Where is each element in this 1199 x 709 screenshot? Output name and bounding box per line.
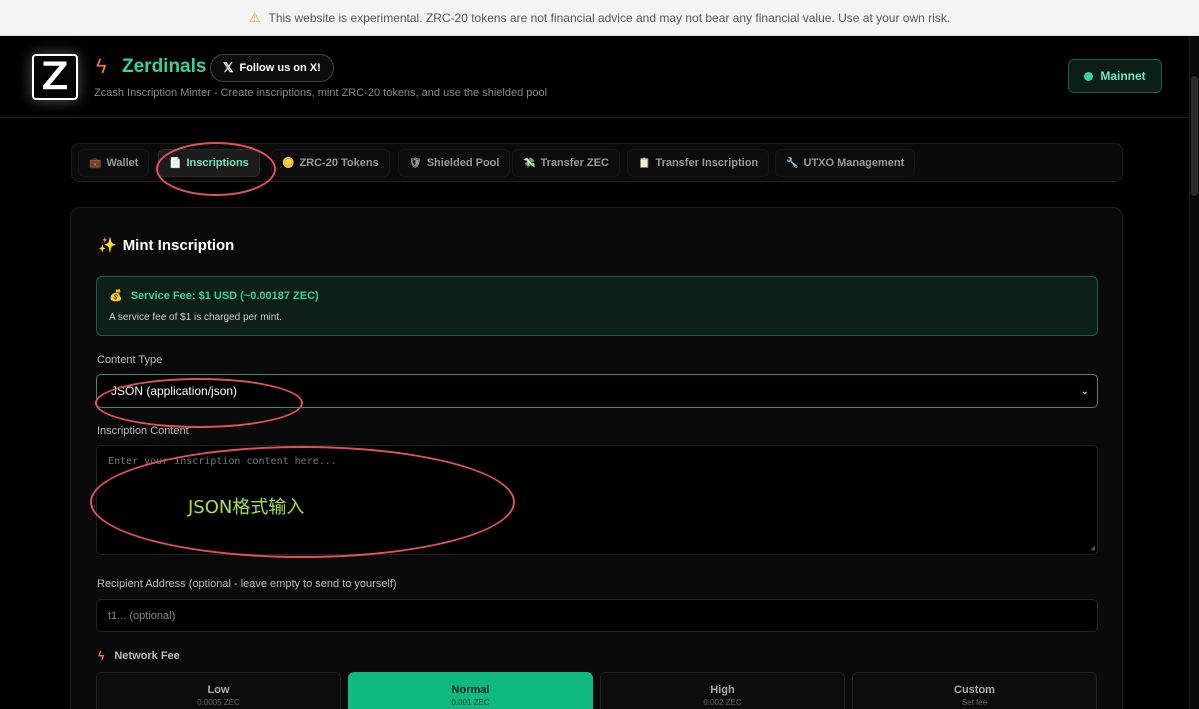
fee-option-value: Set fee <box>961 698 988 707</box>
wallet-icon: 💼 <box>89 157 102 169</box>
money-icon: 💸 <box>523 157 536 169</box>
mint-inscription-card: ✨ Mint Inscription 💰 Service Fee: $1 USD… <box>70 207 1123 709</box>
network-fee-label: Network Fee <box>114 650 180 662</box>
fee-option-value: 0.002 ZEC <box>703 698 742 707</box>
content-type-value: JSON (application/json) <box>111 384 238 398</box>
network-fee-heading: ϟ Network Fee <box>98 649 180 663</box>
coin-icon: 🪙 <box>282 157 295 169</box>
tab-utxo-management[interactable]: 🔧 UTXO Management <box>775 149 916 177</box>
tab-inscriptions[interactable]: 📄 Inscriptions <box>158 149 260 177</box>
resize-handle-icon[interactable]: ◢ <box>1090 543 1095 552</box>
chevron-down-icon: ⌄ <box>1080 385 1089 397</box>
money-bag-icon: 💰 <box>109 290 123 302</box>
fee-option-value: 0.001 ZEC <box>451 698 490 707</box>
service-fee-title: 💰 Service Fee: $1 USD (~0.00187 ZEC) <box>109 289 319 303</box>
card-title-text: Mint Inscription <box>122 236 235 254</box>
status-dot-icon <box>1084 71 1094 81</box>
warning-text: This website is experimental. ZRC-20 tok… <box>268 10 951 25</box>
warning-banner: ⚠ This website is experimental. ZRC-20 t… <box>0 0 1199 36</box>
network-label: Mainnet <box>1100 69 1146 83</box>
follow-x-button[interactable]: 𝕏 Follow us on X! <box>210 54 334 82</box>
tab-label: Inscriptions <box>186 157 249 169</box>
fee-option-label: Low <box>207 684 230 696</box>
content-type-label: Content Type <box>97 354 163 366</box>
service-fee-description: A service fee of $1 is charged per mint. <box>109 312 282 323</box>
page-subtitle: Zcash Inscription Minter - Create inscri… <box>94 87 548 99</box>
textarea-placeholder: Enter your inscription content here... <box>108 456 337 467</box>
fee-option-label: Custom <box>954 684 995 696</box>
card-title: ✨ Mint Inscription <box>98 236 235 255</box>
lightning-icon: ϟ <box>96 56 107 78</box>
tab-label: UTXO Management <box>803 157 905 169</box>
scrollbar-thumb[interactable] <box>1191 76 1198 196</box>
lightning-icon: ϟ <box>98 649 105 663</box>
sparkles-icon: ✨ <box>98 237 117 254</box>
tab-label: Transfer Inscription <box>655 157 759 169</box>
service-fee-text: Service Fee: $1 USD (~0.00187 ZEC) <box>130 289 319 302</box>
fee-option-custom[interactable]: Custom Set fee <box>852 672 1097 709</box>
annotation-text: JSON格式输入 <box>188 497 305 518</box>
fee-option-label: High <box>710 684 735 696</box>
tab-label: ZRC-20 Tokens <box>299 157 379 169</box>
tab-shielded-pool[interactable]: 🛡 Shielded Pool <box>398 149 511 177</box>
tab-transfer-zec[interactable]: 💸 Transfer ZEC <box>512 149 620 177</box>
shield-icon: 🛡 <box>409 157 422 169</box>
wrench-icon: 🔧 <box>786 157 799 169</box>
fee-option-normal[interactable]: Normal 0.001 ZEC <box>348 672 593 709</box>
tab-wallet[interactable]: 💼 Wallet <box>78 149 150 177</box>
tab-zrc20-tokens[interactable]: 🪙 ZRC-20 Tokens <box>271 149 390 177</box>
page-scrollbar[interactable] <box>1189 36 1199 709</box>
fee-option-label: Normal <box>451 684 490 696</box>
network-button[interactable]: Mainnet <box>1068 59 1162 93</box>
recipient-address-label: Recipient Address (optional - leave empt… <box>97 578 397 590</box>
recipient-address-input[interactable]: t1... (optional) <box>96 599 1098 632</box>
zerdinals-logo[interactable]: Z <box>32 53 78 101</box>
app-header: Z ϟ Zerdinals 𝕏 Follow us on X! Zcash In… <box>0 36 1189 118</box>
clipboard-icon: 📋 <box>638 157 651 169</box>
content-type-select[interactable]: JSON (application/json) ⌄ <box>96 374 1098 408</box>
inscription-content-label: Inscription Content <box>97 425 189 437</box>
tab-bar: 💼 Wallet 📄 Inscriptions 🪙 ZRC-20 Tokens … <box>71 143 1123 182</box>
fee-option-low[interactable]: Low 0.0005 ZEC <box>96 672 341 709</box>
tab-label: Wallet <box>106 157 139 169</box>
fee-option-value: 0.0005 ZEC <box>197 698 240 707</box>
follow-label: Follow us on X! <box>239 62 321 74</box>
brand-title: Zerdinals <box>122 56 207 77</box>
tab-transfer-inscription[interactable]: 📋 Transfer Inscription <box>627 149 770 177</box>
x-logo-icon: 𝕏 <box>223 60 234 75</box>
tab-label: Shielded Pool <box>426 157 500 169</box>
fee-option-high[interactable]: High 0.002 ZEC <box>600 672 845 709</box>
tab-label: Transfer ZEC <box>540 157 609 169</box>
recipient-placeholder: t1... (optional) <box>108 609 176 622</box>
document-icon: 📄 <box>169 157 182 169</box>
service-fee-notice: 💰 Service Fee: $1 USD (~0.00187 ZEC) A s… <box>96 276 1098 336</box>
warning-icon: ⚠ <box>248 9 261 25</box>
